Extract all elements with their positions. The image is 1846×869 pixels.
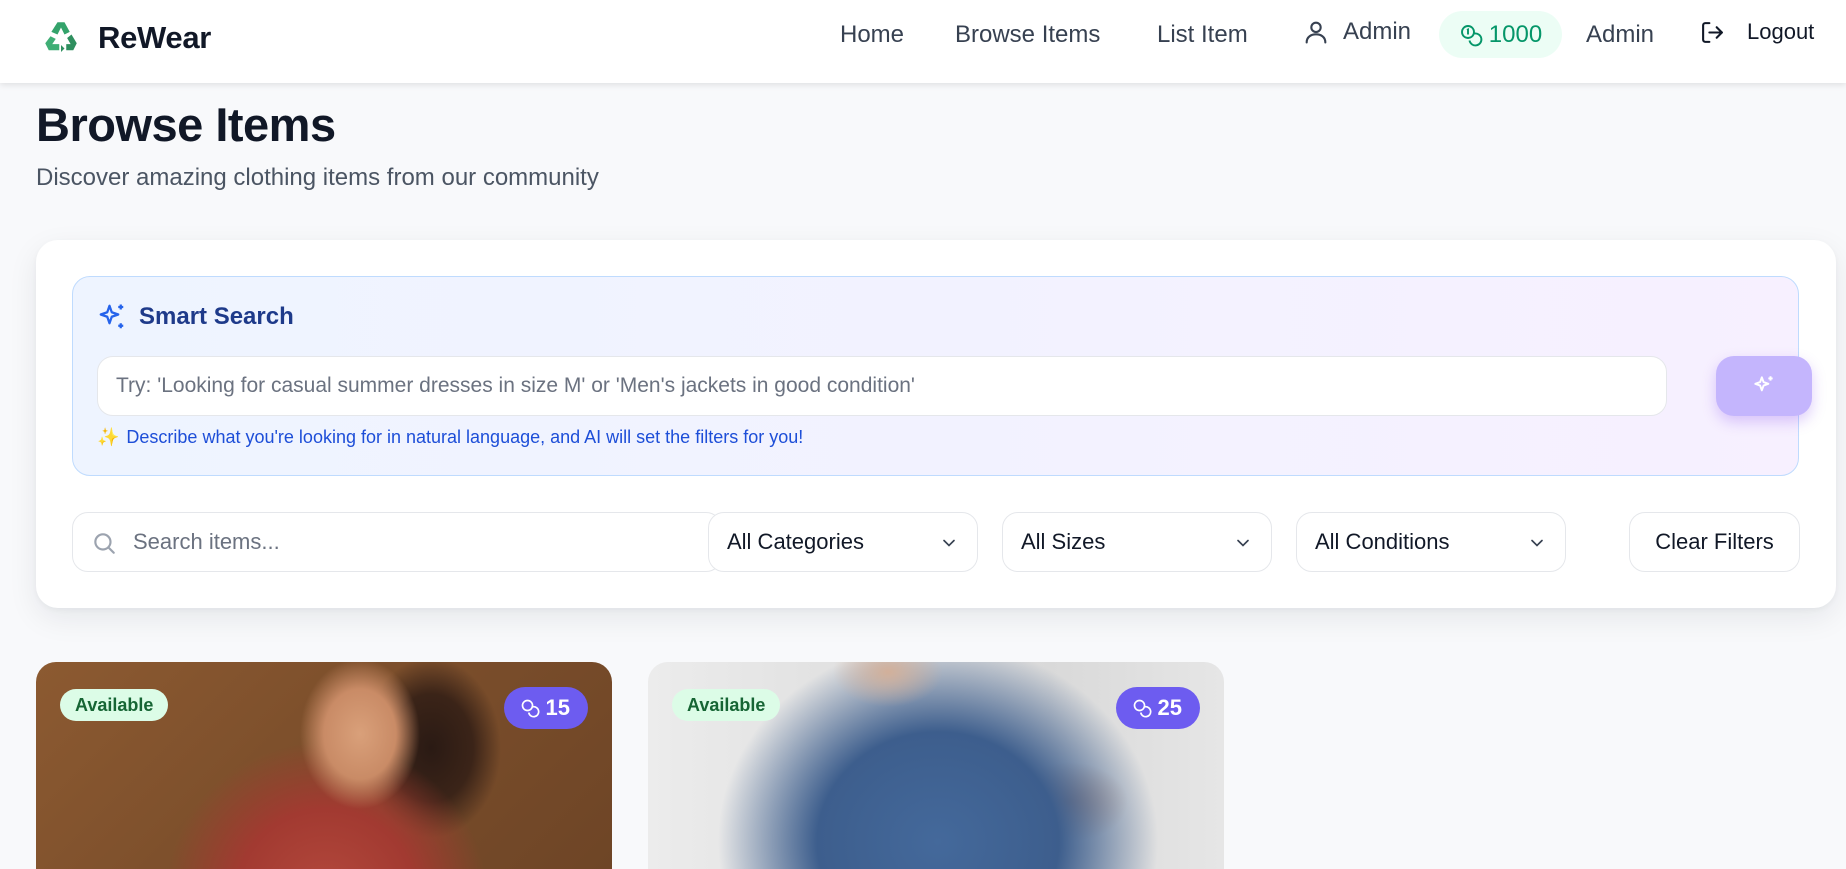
top-navbar: ReWear Home Browse Items List Item Admin… bbox=[0, 0, 1846, 83]
user-name: Admin bbox=[1343, 18, 1412, 45]
category-select-value: All Categories bbox=[727, 529, 864, 554]
brand[interactable]: ReWear bbox=[40, 17, 211, 59]
chevron-down-icon bbox=[1237, 539, 1249, 547]
brand-name: ReWear bbox=[98, 20, 212, 55]
coins-icon bbox=[521, 699, 539, 718]
points-value: 1000 bbox=[1488, 20, 1543, 48]
smart-search-hint-text: Describe what you're looking for in natu… bbox=[126, 427, 804, 447]
size-select-value: All Sizes bbox=[1021, 529, 1106, 554]
item-card[interactable]: Available 25 bbox=[648, 662, 1224, 869]
nav-admin-link[interactable]: Admin bbox=[1586, 20, 1654, 50]
chevron-down-icon bbox=[1531, 539, 1543, 547]
item-points-badge: 25 bbox=[1115, 687, 1200, 729]
user-icon bbox=[1305, 21, 1327, 44]
points-balance-badge: 1000 bbox=[1439, 11, 1562, 58]
smart-search-panel: Smart Search ✨ Describe what you're look… bbox=[72, 276, 1812, 476]
chevron-down-icon bbox=[943, 539, 955, 547]
sparkle-emoji-icon: ✨ bbox=[97, 427, 120, 447]
clear-filters-button[interactable]: Clear Filters bbox=[1629, 512, 1800, 572]
filter-panel: Smart Search ✨ Describe what you're look… bbox=[36, 240, 1836, 608]
page-title: Browse Items bbox=[36, 98, 336, 151]
sparkles-icon bbox=[99, 304, 124, 329]
logout-icon bbox=[1702, 21, 1723, 43]
smart-search-submit-button[interactable] bbox=[1716, 356, 1812, 416]
smart-search-header: Smart Search bbox=[97, 302, 294, 332]
item-points-badge: 15 bbox=[503, 687, 588, 729]
nav-browse-items-link[interactable]: Browse Items bbox=[955, 20, 1100, 50]
user-profile-link[interactable]: Admin bbox=[1302, 18, 1411, 46]
logout-label: Logout bbox=[1747, 19, 1815, 44]
condition-select[interactable]: All Conditions bbox=[1296, 512, 1566, 572]
nav-list-item-link[interactable]: List Item bbox=[1157, 20, 1248, 50]
size-select[interactable]: All Sizes bbox=[1002, 512, 1272, 572]
condition-select-value: All Conditions bbox=[1315, 529, 1450, 554]
smart-search-input[interactable] bbox=[97, 356, 1667, 416]
logout-button[interactable]: Logout bbox=[1700, 19, 1814, 45]
page-subtitle: Discover amazing clothing items from our… bbox=[36, 164, 599, 191]
smart-search-title: Smart Search bbox=[139, 303, 294, 330]
nav-home-link[interactable]: Home bbox=[840, 20, 904, 50]
item-points-value: 15 bbox=[545, 695, 570, 720]
item-card[interactable]: Available 15 bbox=[36, 662, 612, 869]
search-icon bbox=[94, 533, 115, 554]
coins-icon bbox=[1460, 24, 1483, 46]
sparkles-icon bbox=[1754, 376, 1773, 392]
category-select[interactable]: All Categories bbox=[708, 512, 978, 572]
item-search-field[interactable] bbox=[72, 512, 722, 572]
recycle-logo-icon bbox=[45, 22, 77, 52]
status-badge: Available bbox=[672, 689, 781, 721]
coins-icon bbox=[1133, 699, 1151, 718]
smart-search-hint: ✨ Describe what you're looking for in na… bbox=[97, 427, 803, 448]
item-search-input[interactable] bbox=[133, 513, 713, 571]
status-badge: Available bbox=[60, 689, 169, 721]
item-points-value: 25 bbox=[1157, 695, 1182, 720]
